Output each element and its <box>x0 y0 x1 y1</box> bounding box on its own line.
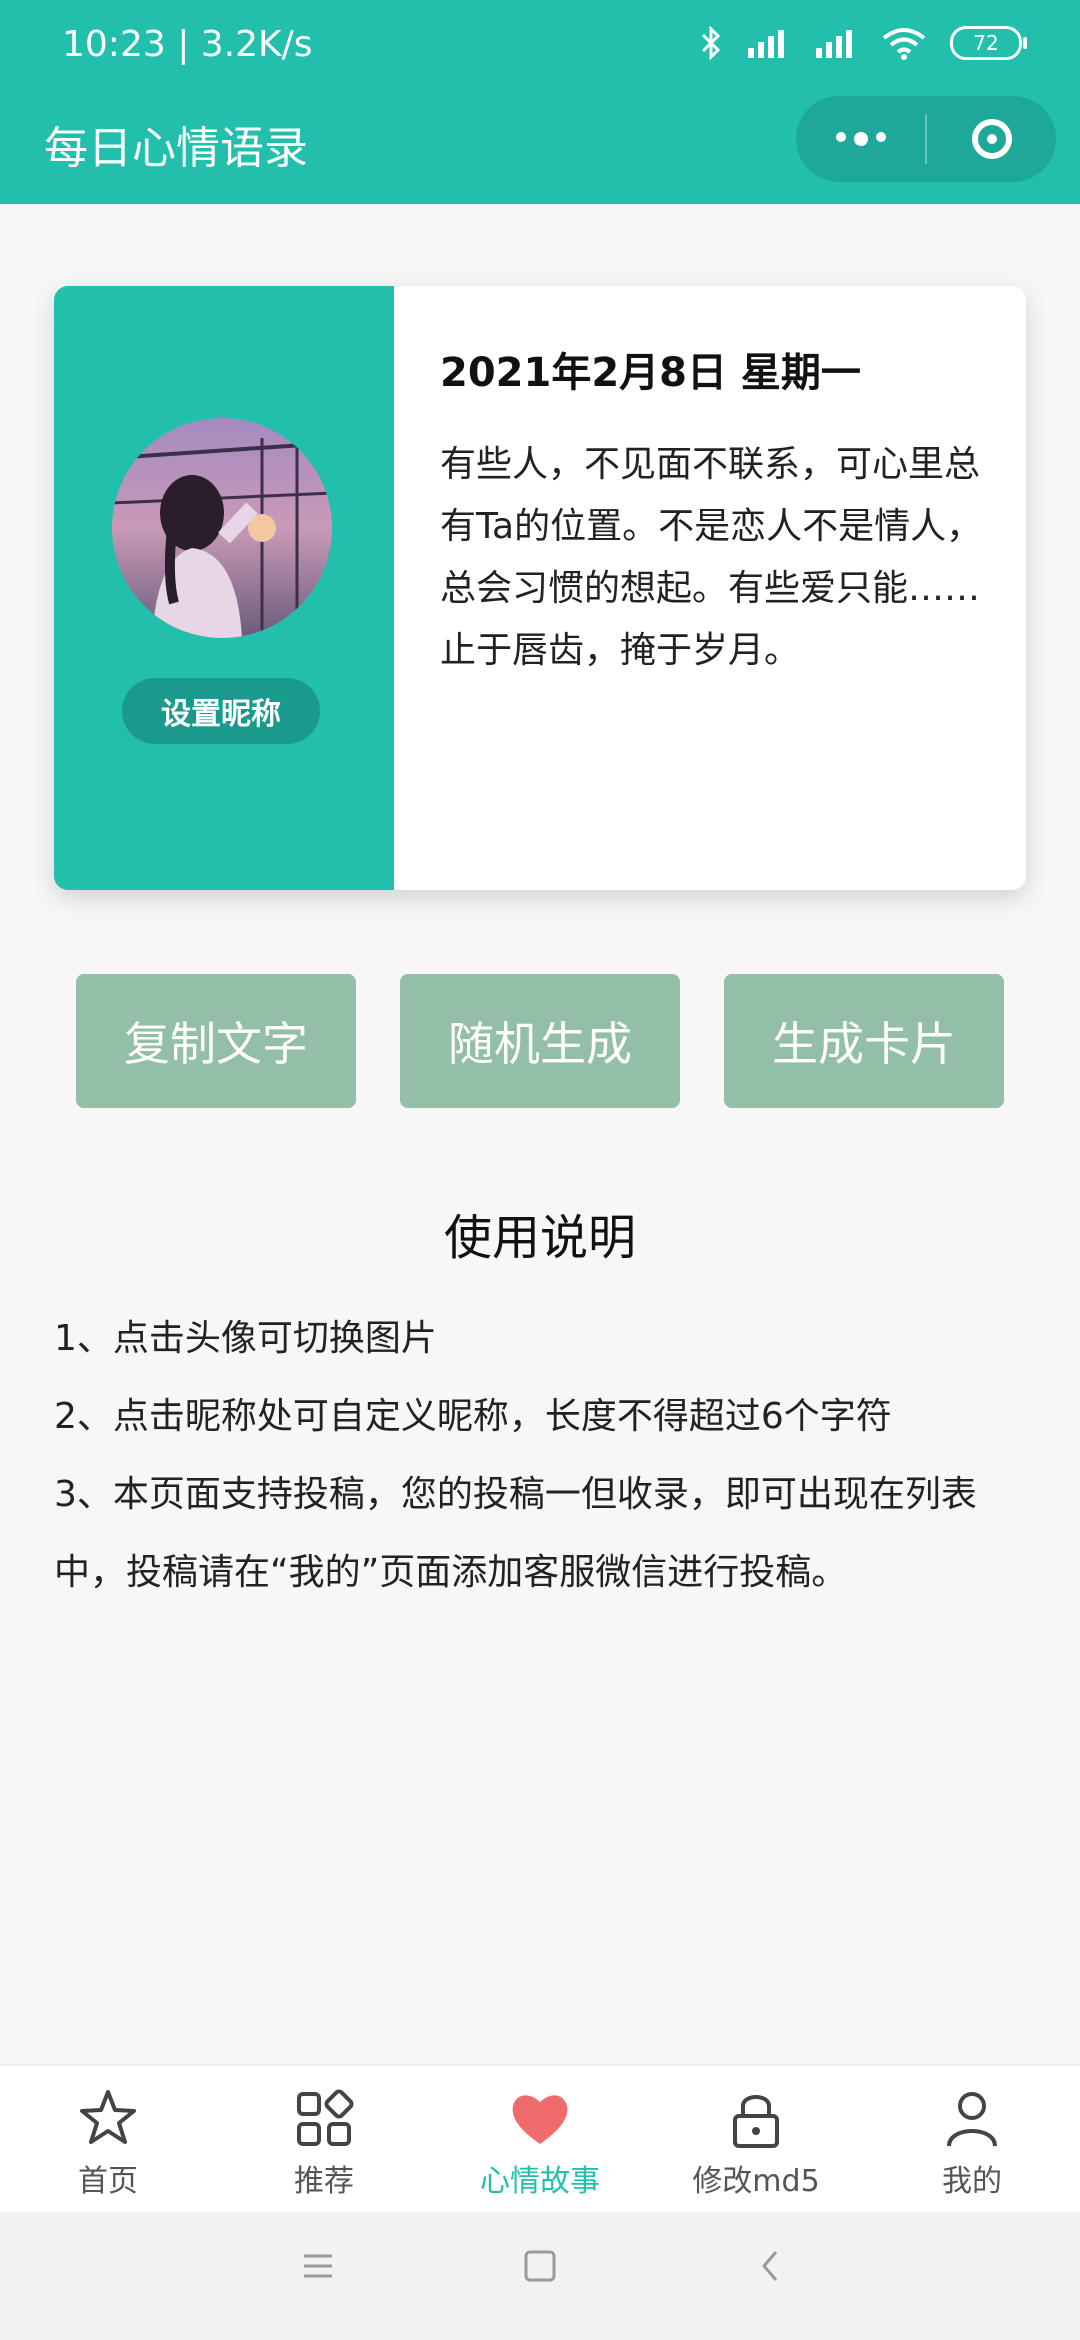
app-header: 10:23 | 3.2K/s 72 每日心情语录 <box>0 0 1080 204</box>
tab-label: 推荐 <box>294 2164 354 2199</box>
status-bar: 10:23 | 3.2K/s <box>62 24 313 65</box>
tab-bar: 首页 推荐 心情故事 修改md5 我的 <box>0 2064 1080 2212</box>
generate-card-button[interactable]: 生成卡片 <box>724 974 1004 1108</box>
battery-icon: 72 <box>950 26 1027 60</box>
card-content: 2021年2月8日 星期一 有些人，不见面不联系，可心里总有Ta的位置。不是恋人… <box>440 340 986 682</box>
tab-label: 心情故事 <box>480 2164 600 2199</box>
back-icon[interactable] <box>752 2246 788 2286</box>
tab-label: 修改md5 <box>692 2164 820 2199</box>
more-dots-icon <box>835 132 886 146</box>
more-button[interactable] <box>796 96 925 182</box>
tab-recommend[interactable]: 推荐 <box>216 2066 432 2212</box>
copy-text-button[interactable]: 复制文字 <box>76 974 356 1108</box>
status-time: 10:23 <box>62 24 166 65</box>
tab-label: 我的 <box>942 2164 1002 2199</box>
heart-icon <box>512 2095 568 2144</box>
quote-text: 有些人，不见面不联系，可心里总有Ta的位置。不是恋人不是情人，总会习惯的想起。有… <box>440 444 983 671</box>
card-sidebar: 设置昵称 <box>54 286 394 890</box>
home-icon[interactable] <box>522 2246 558 2286</box>
menu-icon[interactable] <box>300 2246 336 2286</box>
tab-mine[interactable]: 我的 <box>864 2066 1080 2212</box>
user-icon <box>947 2092 997 2147</box>
mini-program-capsule <box>796 96 1056 182</box>
avatar-image <box>112 418 332 638</box>
signal-icon <box>748 30 784 58</box>
network-speed: 3.2K/s <box>200 24 313 65</box>
random-generate-button[interactable]: 随机生成 <box>400 974 680 1108</box>
instructions-title: 使用说明 <box>443 1210 636 1266</box>
set-nickname-button[interactable]: 设置昵称 <box>122 678 320 744</box>
instruction-item: 3、本页面支持投稿，您的投稿一但收录，即可出现在列表中，投稿请在“我的”页面添加… <box>54 1474 977 1593</box>
instruction-item: 2、点击昵称处可自定义昵称，长度不得超过6个字符 <box>54 1396 892 1437</box>
instruction-item: 1、点击头像可切换图片 <box>54 1318 437 1359</box>
close-button[interactable] <box>927 96 1056 182</box>
avatar[interactable] <box>112 418 332 638</box>
tab-label: 首页 <box>78 2164 138 2199</box>
lock-icon <box>733 2095 779 2148</box>
status-icons: 72 <box>700 26 1027 60</box>
tab-modify-md5[interactable]: 修改md5 <box>648 2066 864 2212</box>
wifi-icon <box>882 28 926 60</box>
tab-home[interactable]: 首页 <box>0 2066 216 2212</box>
bluetooth-icon <box>701 26 721 60</box>
system-nav-bar <box>0 2212 1080 2340</box>
card-date: 2021年2月8日 星期一 <box>440 350 861 396</box>
signal-icon-2 <box>816 30 852 58</box>
target-icon <box>971 119 1012 159</box>
page-title: 每日心情语录 <box>44 123 308 174</box>
grid-icon <box>297 2089 354 2146</box>
tab-mood-story[interactable]: 心情故事 <box>432 2066 648 2212</box>
instructions-list: 1、点击头像可切换图片 2、点击昵称处可自定义昵称，长度不得超过6个字符 3、本… <box>54 1300 1034 1612</box>
quote-card: 设置昵称 2021年2月8日 星期一 有些人，不见面不联系，可心里总有Ta的位置… <box>54 286 1026 890</box>
star-icon <box>80 2090 136 2144</box>
